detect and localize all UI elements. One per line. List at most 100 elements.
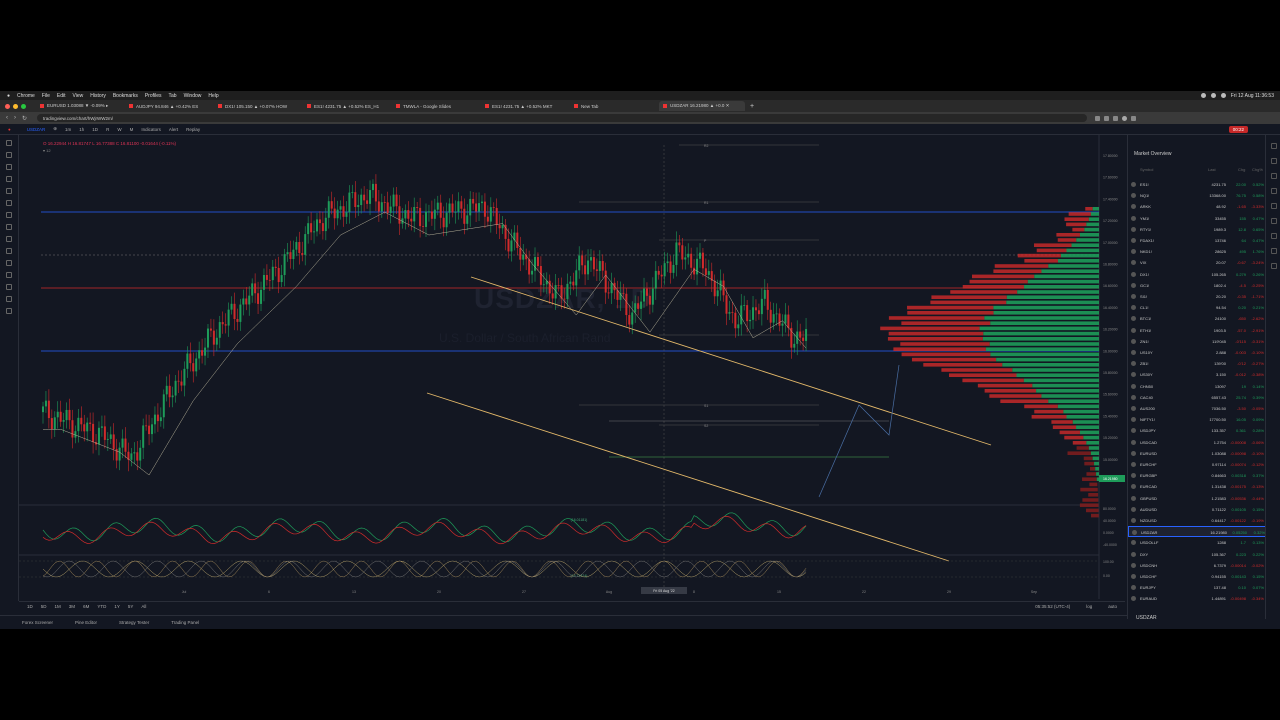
watchlist-row[interactable]: NQ1! 13368.00 76.75 0.58%: [1128, 190, 1266, 201]
help-icon[interactable]: [1271, 263, 1277, 269]
menu-item-profiles[interactable]: Profiles: [145, 93, 162, 99]
watchlist-icon[interactable]: [1271, 143, 1277, 149]
range-1m[interactable]: 1M: [55, 604, 61, 609]
cursor-tool-icon[interactable]: [6, 140, 12, 146]
browser-tab[interactable]: AUDJPY 94.846 ▲ +0.42% ES: [125, 101, 211, 111]
browser-tab[interactable]: DX1! 105.150 ▲ +0.07% HOW: [214, 101, 300, 111]
more-menu-icon[interactable]: [1131, 116, 1136, 121]
menu-item-history[interactable]: History: [90, 93, 106, 99]
header-chg[interactable]: Chg: [1238, 167, 1245, 172]
watchlist-row[interactable]: CHN50 13097 19 0.14%: [1128, 381, 1266, 392]
hotlists-icon[interactable]: [1271, 188, 1277, 194]
hide-tool-icon[interactable]: [6, 296, 12, 302]
watchlist-row[interactable]: BTC1! 24100 -650 -2.62%: [1128, 313, 1266, 324]
watchlist-row[interactable]: NZDUSD 0.64417 -0.00122 -0.19%: [1128, 515, 1266, 526]
watchlist-row[interactable]: ETH1! 1903.5 -57.0 -2.91%: [1128, 325, 1266, 336]
icons-tool-icon[interactable]: [6, 236, 12, 242]
extension-icon[interactable]: [1113, 116, 1118, 121]
watchlist-row[interactable]: NKD1! 28625 495 1.76%: [1128, 246, 1266, 257]
watchlist-row[interactable]: EURAUD 1.44891 -0.00498 -0.34%: [1128, 593, 1266, 604]
menu-item-window[interactable]: Window: [184, 93, 202, 99]
watchlist-row[interactable]: US10Y 2.888 -0.003 -0.10%: [1128, 347, 1266, 358]
pattern-tool-icon[interactable]: [6, 200, 12, 206]
range-5y[interactable]: 5Y: [128, 604, 134, 609]
watchlist-row[interactable]: SI1! 20.20 -0.35 -1.71%: [1128, 291, 1266, 302]
url-field[interactable]: tradingview.com/chart/hWjrWW2m/: [37, 114, 1087, 122]
symbol-search[interactable]: USDZAR: [27, 127, 46, 132]
watchlist-selected-symbol[interactable]: USDZAR: [1136, 615, 1157, 621]
watchlist-row[interactable]: USDCHF 0.94155 0.00143 0.15%: [1128, 571, 1266, 582]
bottom-tab[interactable]: Strategy Tester: [119, 620, 149, 625]
range-3m[interactable]: 3M: [69, 604, 75, 609]
browser-tab[interactable]: New Tab: [570, 101, 656, 111]
watchlist-row[interactable]: ZN1! 119'045 -0'115 -0.31%: [1128, 336, 1266, 347]
interval-button[interactable]: W: [117, 127, 121, 132]
price-chart[interactable]: USDZAR, 1D U.S. Dollar / South African R…: [19, 135, 1125, 599]
watchlist-row[interactable]: RTY1! 1989.3 12.8 0.65%: [1128, 224, 1266, 235]
brush-tool-icon[interactable]: [6, 176, 12, 182]
ideas-icon[interactable]: [1271, 218, 1277, 224]
watchlist-row[interactable]: EURGBP 0.84663 0.00318 0.37%: [1128, 470, 1266, 481]
shapes-tool-icon[interactable]: [6, 224, 12, 230]
watchlist-row[interactable]: DXY 105.367 0.223 0.22%: [1128, 549, 1266, 560]
new-tab-button[interactable]: +: [750, 103, 754, 110]
wifi-icon[interactable]: [1201, 93, 1206, 98]
profile-icon[interactable]: [1122, 116, 1127, 121]
watchlist-row[interactable]: AUS200 7036.50 -3.50 -0.05%: [1128, 403, 1266, 414]
browser-tab[interactable]: ES1! 4231.75 ▲ +0.52% MKT: [481, 101, 567, 111]
trash-tool-icon[interactable]: [6, 308, 12, 314]
header-symbol[interactable]: Symbol: [1140, 167, 1153, 172]
close-window-icon[interactable]: [5, 104, 10, 109]
menu-item-bookmarks[interactable]: Bookmarks: [113, 93, 138, 99]
chart-canvas[interactable]: R2R1PS1S2(16.01181)(15.71424)17.8000017.…: [19, 135, 1125, 599]
watchlist-row[interactable]: FDAX1! 13746 64 0.47%: [1128, 235, 1266, 246]
browser-tab[interactable]: EURUSD 1.03088 ▼ -0.09% ▸: [36, 101, 122, 111]
range-6m[interactable]: 6M: [83, 604, 89, 609]
browser-tab[interactable]: ES1! 4231.75 ▲ +0.52% ES_H1: [303, 101, 389, 111]
watchlist-row[interactable]: US30Y 3.150 -0.012 -0.38%: [1128, 369, 1266, 380]
watchlist-row[interactable]: USDJPY 133.357 0.361 0.28%: [1128, 425, 1266, 436]
forward-icon[interactable]: ›: [14, 115, 16, 121]
menu-item-file[interactable]: File: [42, 93, 50, 99]
trendline-tool-icon[interactable]: [6, 152, 12, 158]
watchlist-row[interactable]: EURCHF 0.97114 -0.00074 -0.12%: [1128, 459, 1266, 470]
chat-icon[interactable]: [1271, 233, 1277, 239]
menu-item-tab[interactable]: Tab: [169, 93, 177, 99]
watchlist-row[interactable]: DX1! 105.265 0.279 0.26%: [1128, 269, 1266, 280]
prediction-tool-icon[interactable]: [6, 212, 12, 218]
record-timer[interactable]: 00:22: [1229, 126, 1248, 133]
extension-icon[interactable]: [1095, 116, 1100, 121]
measure-tool-icon[interactable]: [6, 248, 12, 254]
calendar-icon[interactable]: [1271, 203, 1277, 209]
alerts-icon[interactable]: [1271, 158, 1277, 164]
range-all[interactable]: All: [141, 604, 146, 609]
interval-button[interactable]: R: [106, 127, 109, 132]
interval-button[interactable]: M: [130, 127, 134, 132]
watchlist-row[interactable]: USDZAR 16.21980 0.05250 0.32%: [1128, 526, 1266, 537]
range-1y[interactable]: 1Y: [114, 604, 120, 609]
bottom-tab[interactable]: Forex Screener: [22, 620, 53, 625]
reload-icon[interactable]: ↻: [22, 115, 27, 122]
watchlist-row[interactable]: USDCNH 6.7379 -0.00014 -0.02%: [1128, 560, 1266, 571]
watchlist-row[interactable]: ES1! 4231.75 22.00 0.52%: [1128, 179, 1266, 190]
header-last[interactable]: Last: [1208, 167, 1216, 172]
data-window-icon[interactable]: [1271, 173, 1277, 179]
fib-tool-icon[interactable]: [6, 164, 12, 170]
interval-button[interactable]: 1D: [92, 127, 98, 132]
range-ytd[interactable]: YTD: [97, 604, 106, 609]
watchlist-row[interactable]: CL1! 94.54 0.20 0.21%: [1128, 302, 1266, 313]
header-chgp[interactable]: Chg%: [1252, 167, 1263, 172]
menu-item-view[interactable]: View: [73, 93, 84, 99]
minimize-window-icon[interactable]: [13, 104, 18, 109]
range-1d[interactable]: 1D: [27, 604, 33, 609]
interval-button[interactable]: 1m: [65, 127, 71, 132]
range-5d[interactable]: 5D: [41, 604, 47, 609]
watchlist-row[interactable]: YM1! 33455 155 0.47%: [1128, 213, 1266, 224]
watchlist-row[interactable]: USDCAD 1.2754 -0.00008 -0.06%: [1128, 437, 1266, 448]
zoom-tool-icon[interactable]: [6, 260, 12, 266]
replay-button[interactable]: Replay: [186, 127, 200, 132]
indicators-button[interactable]: Indicators: [141, 127, 161, 132]
timezone-label[interactable]: 05:35:52 (UTC-4): [1035, 604, 1070, 609]
log-toggle[interactable]: log: [1086, 604, 1092, 609]
zoom-window-icon[interactable]: [21, 104, 26, 109]
